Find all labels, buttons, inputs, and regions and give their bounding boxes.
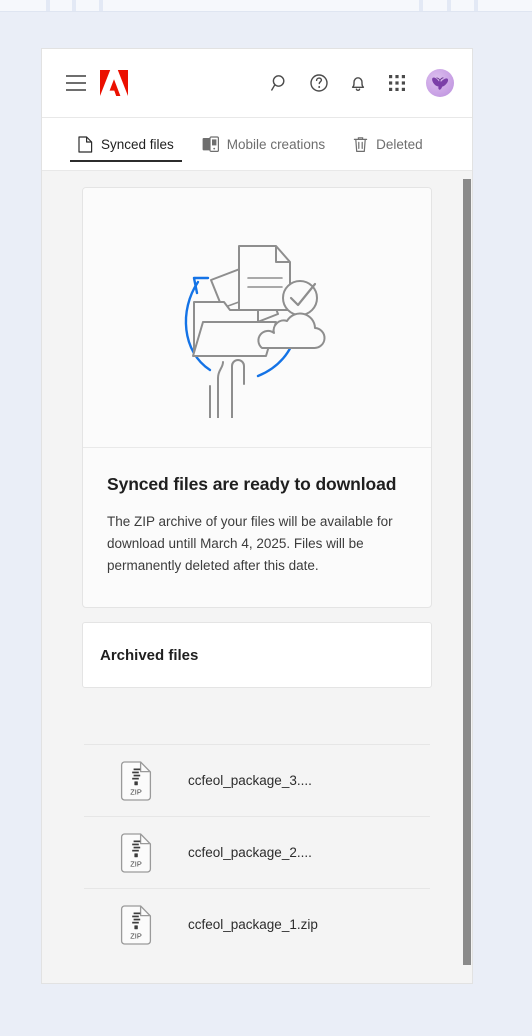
content-scrollbar-thumb[interactable] bbox=[463, 179, 471, 965]
trash-icon bbox=[353, 136, 368, 153]
file-list-item[interactable]: ZIP ccfeol_package_3.... bbox=[84, 744, 430, 816]
hero-text-pane: Synced files are ready to download The Z… bbox=[83, 448, 431, 607]
zip-file-icon: ZIP bbox=[84, 832, 188, 873]
chrome-tick bbox=[46, 0, 50, 11]
file-name: ccfeol_package_2.... bbox=[188, 845, 312, 860]
app-window: Synced files Mobile creations Deleted Sy… bbox=[41, 48, 473, 984]
help-circle-icon[interactable] bbox=[304, 68, 334, 98]
file-name: ccfeol_package_3.... bbox=[188, 773, 312, 788]
bell-icon[interactable] bbox=[343, 68, 373, 98]
tab-label: Mobile creations bbox=[226, 136, 326, 152]
tab-bar: Synced files Mobile creations Deleted bbox=[42, 118, 472, 171]
synced-files-card: Synced files are ready to download The Z… bbox=[82, 187, 432, 608]
chrome-tick bbox=[474, 0, 478, 11]
tab-deleted[interactable]: Deleted bbox=[339, 118, 437, 170]
hamburger-menu-icon[interactable] bbox=[66, 75, 86, 91]
chrome-tick bbox=[447, 0, 451, 11]
tab-label: Synced files bbox=[101, 136, 174, 152]
zip-file-icon: ZIP bbox=[84, 760, 188, 801]
header-bar bbox=[42, 49, 472, 118]
mobile-device-icon bbox=[202, 135, 219, 153]
content-region: Synced files are ready to download The Z… bbox=[42, 171, 472, 983]
chrome-tick bbox=[419, 0, 423, 11]
file-list-item[interactable]: ZIP ccfeol_package_1.zip bbox=[84, 888, 430, 960]
chrome-tick bbox=[99, 0, 103, 11]
zip-type-label: ZIP bbox=[130, 931, 142, 940]
file-list-item[interactable]: ZIP ccfeol_package_2.... bbox=[84, 816, 430, 888]
file-name: ccfeol_package_1.zip bbox=[188, 917, 318, 932]
zip-file-icon: ZIP bbox=[84, 904, 188, 945]
avatar[interactable] bbox=[426, 69, 454, 97]
app-grid-icon[interactable] bbox=[382, 68, 412, 98]
archived-files-title: Archived files bbox=[100, 646, 199, 664]
avatar-butterfly-icon bbox=[432, 77, 449, 90]
browser-chrome-strip bbox=[0, 0, 532, 12]
zip-type-label: ZIP bbox=[130, 859, 142, 868]
search-icon[interactable] bbox=[265, 68, 295, 98]
tab-mobile-creations[interactable]: Mobile creations bbox=[188, 118, 339, 170]
chrome-tick bbox=[72, 0, 76, 11]
page-title: Synced files are ready to download bbox=[107, 474, 397, 494]
tab-label: Deleted bbox=[376, 136, 423, 152]
hero-description: The ZIP archive of your files will be av… bbox=[107, 514, 393, 573]
tab-synced-files[interactable]: Synced files bbox=[64, 118, 188, 170]
file-icon bbox=[78, 135, 93, 153]
archived-files-card[interactable]: Archived files bbox=[82, 622, 432, 688]
sync-files-to-cloud-illustration bbox=[83, 188, 431, 448]
archived-files-list: ZIP ccfeol_package_3.... ZIP ccfeol_pack… bbox=[82, 744, 432, 960]
adobe-logo[interactable] bbox=[100, 70, 128, 96]
zip-type-label: ZIP bbox=[130, 787, 142, 796]
content-scrollbar-track[interactable] bbox=[461, 171, 472, 983]
